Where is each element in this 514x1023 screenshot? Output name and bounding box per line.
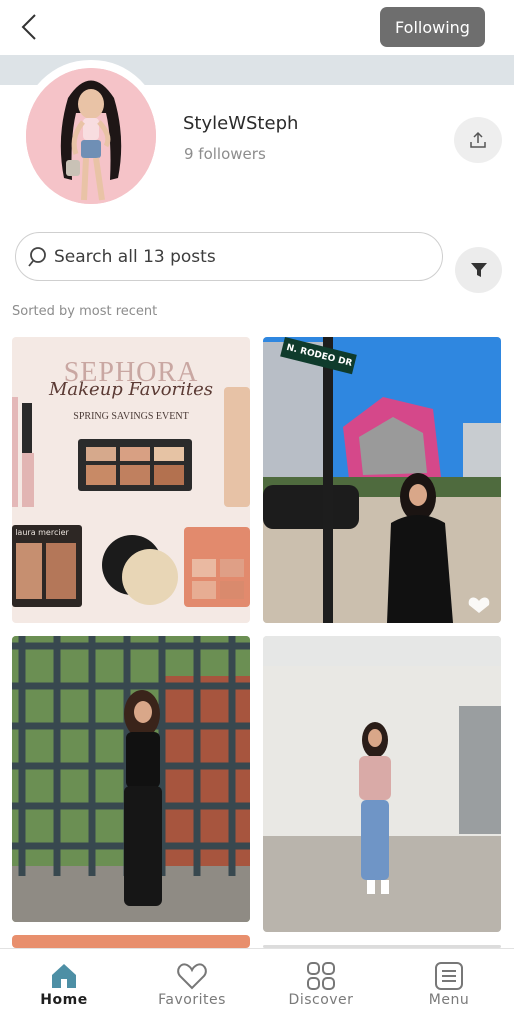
share-button[interactable] — [454, 117, 502, 163]
post-product-text: laura mercier — [15, 528, 69, 537]
tab-favorites-label: Favorites — [158, 992, 226, 1008]
following-button[interactable]: Following — [380, 7, 485, 47]
post-card[interactable] — [12, 636, 250, 922]
chevron-left-icon — [21, 14, 36, 40]
followers-count[interactable]: 9 followers — [184, 145, 266, 163]
post-card[interactable]: SEPHORA Makeup Favorites SPRING SAVINGS … — [12, 337, 250, 623]
tab-discover[interactable]: Discover — [257, 949, 385, 1023]
search-input[interactable] — [54, 246, 414, 267]
tab-favorites[interactable]: Favorites — [128, 949, 256, 1023]
post-card[interactable]: N. RODEO DR — [263, 337, 501, 623]
post-card[interactable] — [12, 935, 250, 948]
tab-menu-label: Menu — [428, 992, 470, 1008]
tab-home[interactable]: Home — [0, 949, 128, 1023]
bottom-tab-bar: Home Favorites Discover Menu — [0, 948, 514, 1023]
avatar[interactable] — [26, 68, 156, 204]
menu-list-icon — [435, 962, 463, 990]
back-button[interactable] — [14, 10, 44, 44]
tab-discover-label: Discover — [288, 992, 354, 1008]
post-script-text: Makeup Favorites — [48, 379, 213, 400]
post-card[interactable] — [263, 636, 501, 932]
top-bar: Following — [0, 0, 514, 55]
filter-icon — [470, 263, 487, 277]
home-icon — [52, 964, 76, 988]
tab-menu[interactable]: Menu — [385, 949, 513, 1023]
filter-button[interactable] — [455, 247, 502, 293]
heart-outline-icon — [177, 963, 207, 990]
tab-home-label: Home — [40, 992, 88, 1008]
search-bar — [15, 232, 443, 281]
sort-label: Sorted by most recent — [12, 304, 158, 319]
share-icon — [470, 131, 486, 148]
profile-username: StyleWSteph — [183, 113, 299, 134]
search-icon — [28, 246, 46, 267]
post-event-text: SPRING SAVINGS EVENT — [73, 411, 188, 422]
grid-icon — [307, 962, 335, 990]
